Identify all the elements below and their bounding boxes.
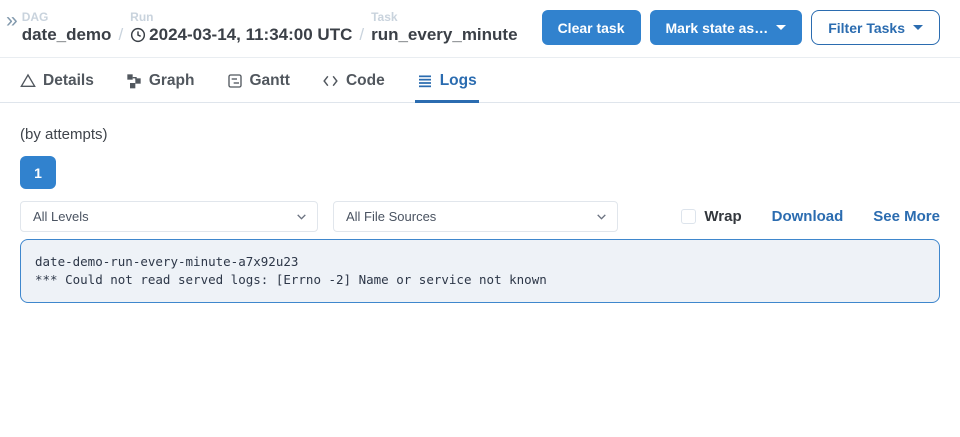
log-level-select-wrap: All Levels bbox=[20, 201, 318, 232]
see-more-link[interactable]: See More bbox=[873, 208, 940, 225]
tab-logs-label: Logs bbox=[440, 72, 477, 90]
task-name[interactable]: run_every_minute bbox=[371, 24, 517, 46]
breadcrumb-dag: DAG date_demo bbox=[22, 10, 112, 46]
tab-details-label: Details bbox=[43, 72, 94, 90]
clear-task-button[interactable]: Clear task bbox=[542, 10, 641, 45]
tab-graph-label: Graph bbox=[149, 72, 195, 90]
tab-gantt-label: Gantt bbox=[250, 72, 290, 90]
caret-down-icon bbox=[913, 25, 923, 30]
logs-panel: (by attempts) 1 All Levels All File Sour… bbox=[0, 103, 960, 303]
breadcrumb-separator: / bbox=[111, 24, 130, 46]
tab-code-label: Code bbox=[346, 72, 385, 90]
filter-tasks-label: Filter Tasks bbox=[828, 20, 905, 36]
run-timestamp[interactable]: 2024-03-14, 11:34:00 UTC bbox=[149, 24, 352, 46]
tab-details[interactable]: Details bbox=[18, 70, 96, 103]
attempt-1-button[interactable]: 1 bbox=[20, 156, 56, 189]
tab-code[interactable]: Code bbox=[320, 70, 387, 103]
filter-tasks-button[interactable]: Filter Tasks bbox=[811, 10, 940, 45]
tab-gantt[interactable]: Gantt bbox=[225, 70, 292, 103]
log-line: *** Could not read served logs: [Errno -… bbox=[35, 271, 925, 289]
clock-icon bbox=[130, 27, 146, 43]
log-line: date-demo-run-every-minute-a7x92u23 bbox=[35, 253, 925, 271]
wrap-label[interactable]: Wrap bbox=[704, 208, 741, 225]
log-level-select[interactable]: All Levels bbox=[20, 201, 318, 232]
task-header: » DAG date_demo / Run 2024-03-14, 11:34:… bbox=[0, 0, 960, 58]
log-tools: Wrap Download See More bbox=[681, 208, 940, 225]
logs-icon bbox=[417, 73, 433, 89]
gantt-icon bbox=[227, 73, 243, 89]
dag-name[interactable]: date_demo bbox=[22, 24, 112, 46]
download-link[interactable]: Download bbox=[772, 208, 844, 225]
log-filter-row: All Levels All File Sources Wrap Downloa… bbox=[20, 201, 940, 232]
code-icon bbox=[322, 73, 339, 89]
breadcrumb-dag-label: DAG bbox=[22, 10, 112, 24]
wrap-checkbox[interactable] bbox=[681, 209, 696, 224]
log-output-box[interactable]: date-demo-run-every-minute-a7x92u23 *** … bbox=[20, 239, 940, 303]
details-icon bbox=[20, 73, 36, 89]
by-attempts-label: (by attempts) bbox=[20, 126, 940, 143]
file-source-select[interactable]: All File Sources bbox=[333, 201, 618, 232]
breadcrumb-task-label: Task bbox=[371, 10, 517, 24]
file-source-select-wrap: All File Sources bbox=[333, 201, 618, 232]
tab-bar: Details Graph Gantt Code Logs bbox=[0, 58, 960, 103]
breadcrumb-task: Task run_every_minute bbox=[371, 10, 517, 46]
mark-state-as-button[interactable]: Mark state as… bbox=[650, 10, 803, 45]
caret-down-icon bbox=[776, 25, 786, 30]
header-actions: Clear task Mark state as… Filter Tasks bbox=[542, 10, 940, 45]
mark-state-as-label: Mark state as… bbox=[666, 20, 769, 36]
breadcrumb-separator: / bbox=[352, 24, 371, 46]
breadcrumb-run-label: Run bbox=[130, 10, 352, 24]
breadcrumb: DAG date_demo / Run 2024-03-14, 11:34:00… bbox=[22, 10, 518, 46]
expand-sidebar-icon[interactable]: » bbox=[6, 10, 16, 31]
graph-icon bbox=[126, 73, 142, 89]
tab-graph[interactable]: Graph bbox=[124, 70, 197, 103]
tab-logs[interactable]: Logs bbox=[415, 70, 479, 103]
breadcrumb-run: Run 2024-03-14, 11:34:00 UTC bbox=[130, 10, 352, 46]
